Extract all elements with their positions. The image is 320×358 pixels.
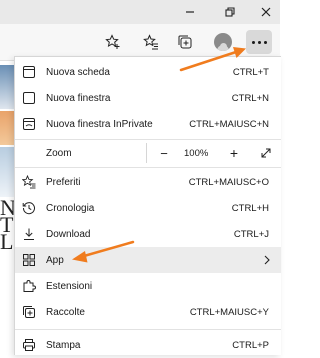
zoom-level: 100% bbox=[184, 147, 209, 159]
collections-button[interactable] bbox=[172, 30, 198, 54]
menu-item-collections[interactable]: Raccolte CTRL+MAIUSC+Y bbox=[15, 299, 281, 325]
menu-item-downloads[interactable]: Download CTRL+J bbox=[15, 221, 281, 247]
favorites-button[interactable] bbox=[138, 30, 164, 54]
menu-item-new-inprivate-window[interactable]: Nuova finestra InPrivate CTRL+MAIUSC+N bbox=[15, 111, 281, 137]
menu-item-shortcut: CTRL+N bbox=[231, 92, 269, 104]
restore-button[interactable] bbox=[216, 2, 244, 22]
zoom-divider bbox=[146, 143, 147, 163]
menu-item-new-window[interactable]: Nuova finestra CTRL+N bbox=[15, 85, 281, 111]
zoom-in-button[interactable]: + bbox=[225, 144, 243, 162]
zoom-out-button[interactable]: − bbox=[155, 144, 173, 162]
menu-item-shortcut: CTRL+MAIUSC+Y bbox=[189, 306, 269, 318]
full-screen-icon bbox=[261, 148, 271, 158]
new-tab-icon bbox=[21, 64, 37, 80]
menu-item-label: Nuova scheda bbox=[46, 66, 110, 78]
menu-item-extensions[interactable]: Estensioni bbox=[15, 273, 281, 299]
menu-item-label: Estensioni bbox=[46, 280, 93, 292]
history-icon bbox=[21, 200, 37, 216]
zoom-in-icon: + bbox=[229, 145, 239, 161]
menu-item-label: Cronologia bbox=[46, 202, 95, 214]
extensions-icon bbox=[21, 278, 37, 294]
collections-icon bbox=[178, 35, 192, 49]
collections-icon bbox=[21, 304, 37, 320]
menu-item-shortcut: CTRL+J bbox=[233, 228, 269, 240]
favorites-icon bbox=[143, 34, 158, 50]
more-icon bbox=[251, 40, 267, 44]
profile-avatar bbox=[214, 33, 232, 51]
menu-item-label: Preferiti bbox=[46, 176, 81, 188]
menu-item-label: App bbox=[46, 254, 64, 266]
inprivate-icon bbox=[21, 116, 37, 132]
menu-item-zoom: Zoom − 100% + bbox=[15, 140, 281, 166]
close-button[interactable] bbox=[252, 2, 280, 22]
menu-item-shortcut: CTRL+T bbox=[232, 66, 269, 78]
apps-icon bbox=[21, 252, 37, 268]
menu-item-shortcut: CTRL+MAIUSC+O bbox=[188, 176, 269, 188]
menu-item-label: Nuova finestra bbox=[46, 92, 111, 104]
zoom-out-icon: − bbox=[160, 145, 168, 161]
favorites-icon bbox=[21, 174, 37, 190]
menu-item-label: Raccolte bbox=[46, 306, 85, 318]
menu-item-label: Download bbox=[46, 228, 91, 240]
menu-item-label: Zoom bbox=[46, 147, 72, 159]
add-favorite-icon bbox=[105, 34, 120, 49]
download-icon bbox=[21, 226, 37, 242]
menu-item-shortcut: CTRL+MAIUSC+N bbox=[189, 118, 269, 130]
menu-item-label: Nuova finestra InPrivate bbox=[46, 118, 153, 130]
chevron-right-icon bbox=[264, 255, 270, 265]
menu-item-apps[interactable]: App bbox=[15, 247, 281, 273]
menu-item-print[interactable]: Stampa CTRL+P bbox=[15, 332, 281, 358]
minimize-icon bbox=[186, 11, 194, 13]
close-icon bbox=[261, 7, 271, 17]
new-window-icon bbox=[21, 90, 37, 106]
menu-separator bbox=[15, 329, 281, 330]
window-title-bar bbox=[0, 0, 280, 24]
menu-item-favorites[interactable]: Preferiti CTRL+MAIUSC+O bbox=[15, 169, 281, 195]
menu-item-history[interactable]: Cronologia CTRL+H bbox=[15, 195, 281, 221]
settings-and-more-button[interactable] bbox=[246, 30, 272, 54]
menu-item-shortcut: CTRL+H bbox=[231, 202, 269, 214]
settings-and-more-menu: Nuova scheda CTRL+T Nuova finestra CTRL+… bbox=[14, 56, 281, 355]
full-screen-button[interactable] bbox=[257, 144, 275, 162]
add-favorite-button[interactable] bbox=[100, 30, 126, 54]
profile-button[interactable] bbox=[210, 30, 236, 54]
restore-icon bbox=[225, 7, 235, 17]
minimize-button[interactable] bbox=[176, 2, 204, 22]
print-icon bbox=[21, 337, 37, 353]
menu-item-shortcut: CTRL+P bbox=[232, 339, 269, 351]
menu-item-label: Stampa bbox=[46, 339, 81, 351]
menu-separator bbox=[15, 167, 281, 168]
menu-item-new-tab[interactable]: Nuova scheda CTRL+T bbox=[15, 59, 281, 85]
